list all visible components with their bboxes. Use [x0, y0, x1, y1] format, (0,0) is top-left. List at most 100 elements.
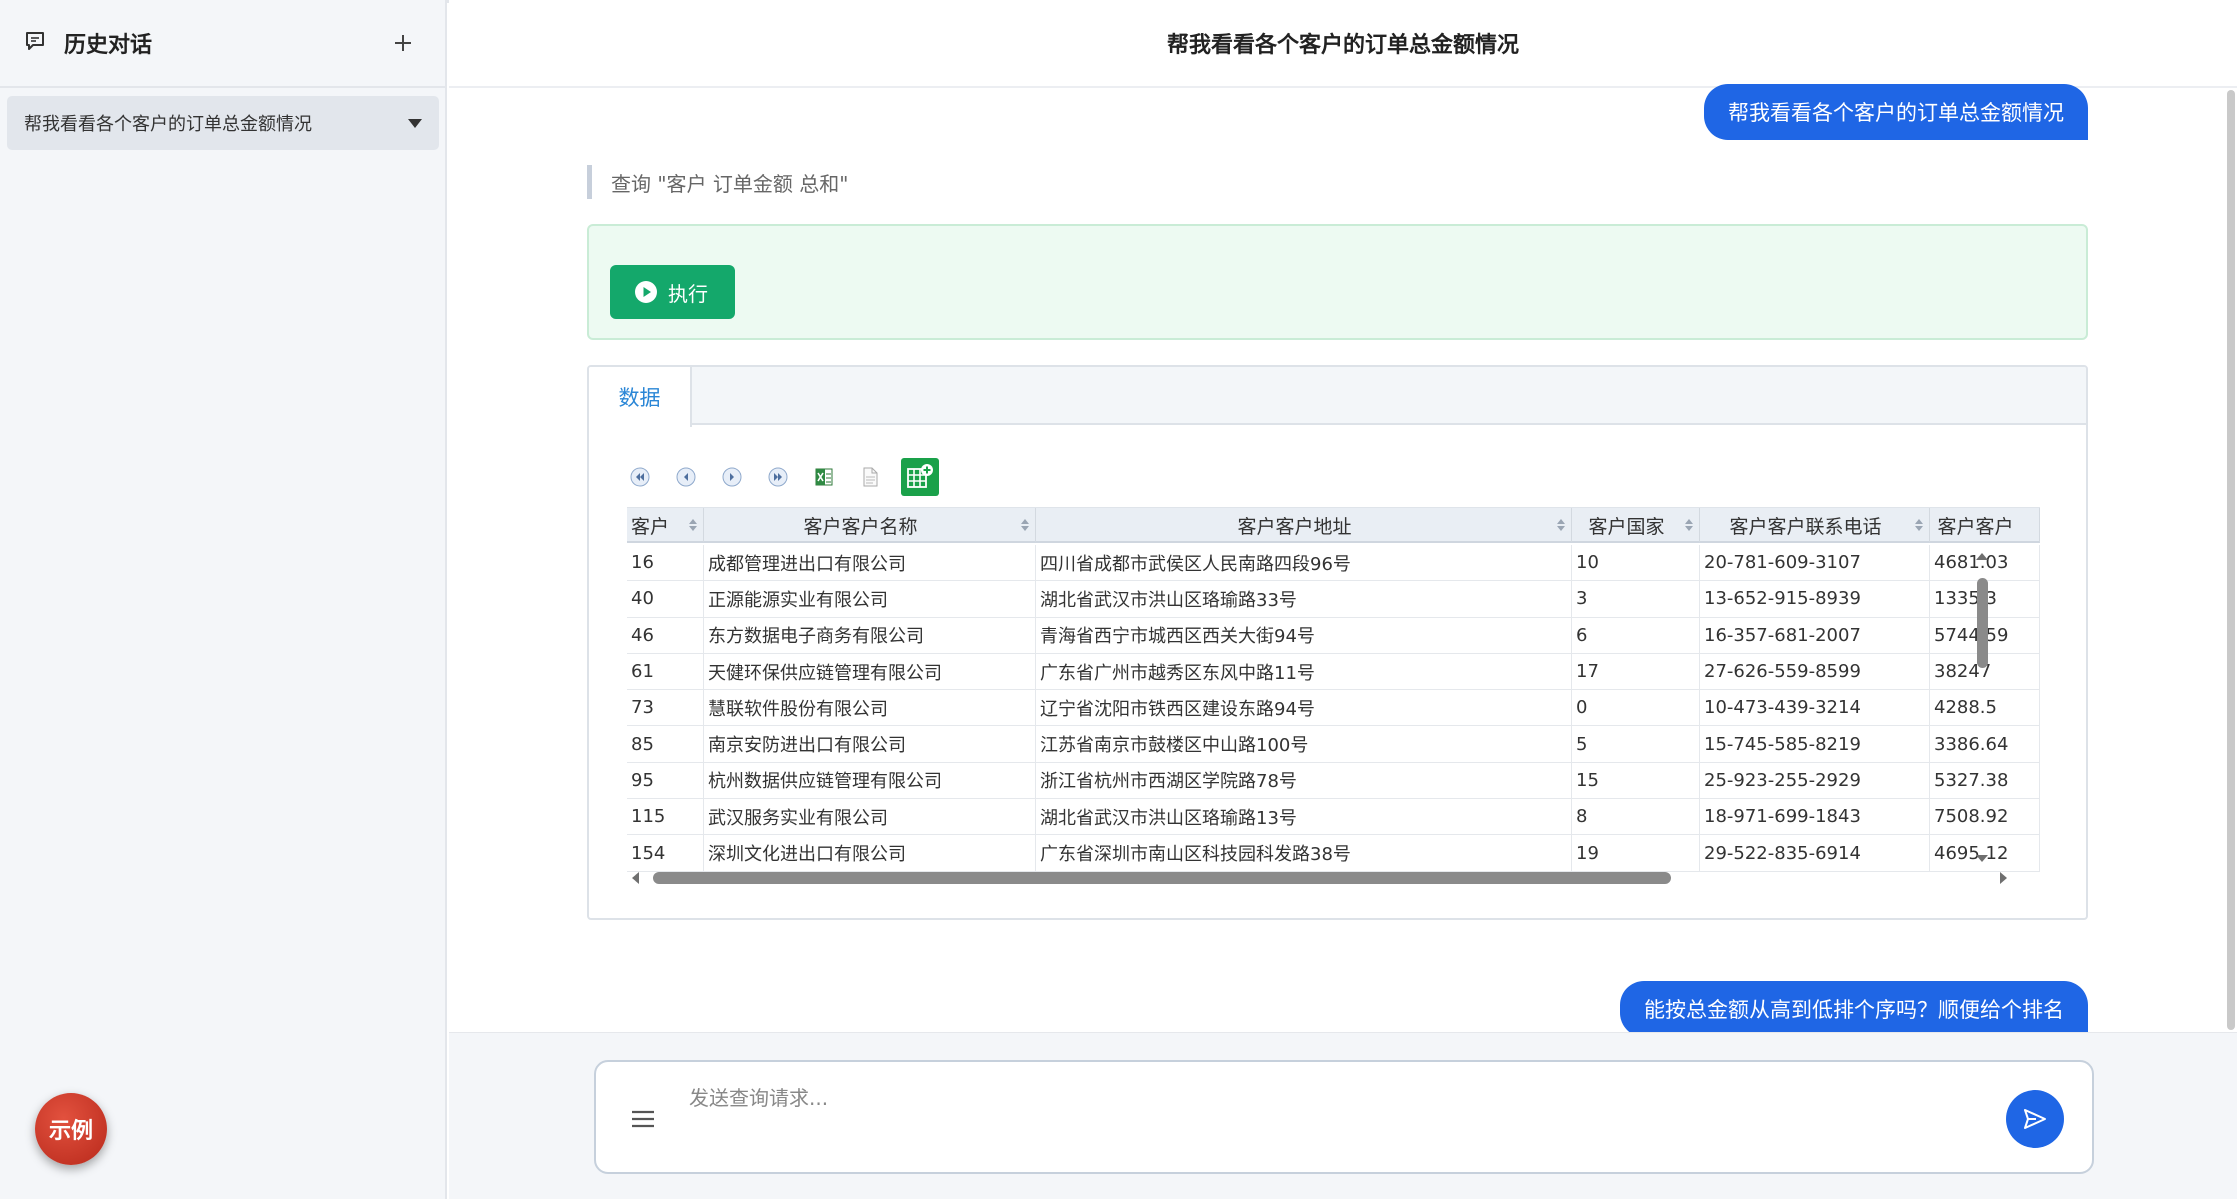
user-message: 能按总金额从高到低排个序吗？顺便给个排名 [1620, 981, 2088, 1037]
table-cell: 3 [1572, 581, 1700, 617]
data-panel: 数据 客户 客户客户名称 客户客户地址 客户国家 客户客户联系电话 客户客户 1… [587, 365, 2088, 920]
table-cell: 16 [627, 545, 704, 581]
table-cell: 武汉服务实业有限公司 [704, 799, 1036, 835]
table-cell: 17 [1572, 653, 1700, 690]
sort-icon[interactable] [1556, 517, 1566, 533]
table-row[interactable]: 16 成都管理进出口有限公司 四川省成都市武侯区人民南路四段96号 10 20-781-… [627, 545, 2040, 582]
tab-data[interactable]: 数据 [589, 367, 692, 427]
column-header[interactable]: 客户客户 [1930, 508, 2040, 542]
grid-vertical-scroll-thumb[interactable] [1977, 578, 1988, 668]
play-circle-icon [634, 280, 658, 304]
table-cell: 18-971-699-1843 [1700, 799, 1930, 835]
table-cell: 湖北省武汉市洪山区珞瑜路33号 [1036, 581, 1572, 617]
examples-button[interactable]: 示例 [35, 1093, 107, 1165]
table-cell: 湖北省武汉市洪山区珞瑜路13号 [1036, 799, 1572, 835]
table-row[interactable]: 61 天健环保供应链管理有限公司 广东省广州市越秀区东风中路11号 17 27-626-… [627, 653, 2040, 691]
add-table-icon[interactable] [901, 458, 939, 496]
table-cell: 5 [1572, 726, 1700, 762]
sort-icon[interactable] [1020, 517, 1030, 533]
table-row[interactable]: 73 慧联软件股份有限公司 辽宁省沈阳市铁西区建设东路94号 0 10-473-439-… [627, 690, 2040, 727]
table-cell: 天健环保供应链管理有限公司 [704, 653, 1036, 690]
grid-vertical-scrollbar[interactable] [1972, 550, 1992, 865]
table-row[interactable]: 46 东方数据电子商务有限公司 青海省西宁市城西区西关大街94号 6 16-357-68… [627, 617, 2040, 654]
column-header[interactable]: 客户国家 [1572, 508, 1700, 542]
grid-toolbar [625, 457, 955, 497]
table-cell: 19 [1572, 835, 1700, 871]
tab-bar: 数据 [589, 367, 2086, 427]
table-cell: 慧联软件股份有限公司 [704, 690, 1036, 726]
table-cell: 江苏省南京市鼓楼区中山路100号 [1036, 726, 1572, 762]
sidebar-title: 历史对话 [64, 33, 153, 58]
excel-export-icon[interactable] [809, 462, 839, 492]
grid-horizontal-scrollbar[interactable] [627, 867, 2012, 889]
main-area: 帮我看看各个客户的订单总金额情况 帮我看看各个客户的订单总金额情况 查询 "客户… [449, 0, 2237, 1199]
table-cell: 10 [1572, 545, 1700, 581]
table-cell: 73 [627, 690, 704, 726]
table-cell: 10-473-439-3214 [1700, 690, 1930, 726]
table-cell: 青海省西宁市城西区西关大街94号 [1036, 617, 1572, 653]
column-header-label: 客户客户联系电话 [1729, 515, 1882, 538]
first-page-icon[interactable] [625, 462, 655, 492]
plus-icon [395, 35, 411, 51]
caret-down-icon[interactable] [408, 118, 422, 128]
table-cell: 6 [1572, 617, 1700, 653]
sidebar-header: 历史对话 [0, 0, 445, 88]
chat-scroll-thumb[interactable] [2227, 90, 2235, 1030]
menu-icon[interactable] [628, 1104, 658, 1134]
column-header[interactable]: 客户 [627, 508, 704, 542]
query-text: 查询 "客户 订单金额 总和" [587, 165, 848, 199]
new-chat-button[interactable] [385, 25, 421, 61]
table-cell: 四川省成都市武侯区人民南路四段96号 [1036, 545, 1572, 581]
table-cell: 27-626-559-8599 [1700, 653, 1930, 690]
table-cell: 杭州数据供应链管理有限公司 [704, 762, 1036, 799]
table-cell: 29-522-835-6914 [1700, 835, 1930, 871]
table-cell: 8 [1572, 799, 1700, 835]
execute-button-label: 执行 [668, 281, 708, 306]
composer [594, 1060, 2094, 1174]
data-grid: 客户 客户客户名称 客户客户地址 客户国家 客户客户联系电话 客户客户 16 成都管理进出口… [627, 507, 2054, 887]
table-cell: 成都管理进出口有限公司 [704, 545, 1036, 581]
prev-page-icon[interactable] [671, 462, 701, 492]
table-row[interactable]: 115 武汉服务实业有限公司 湖北省武汉市洪山区珞瑜路13号 8 18-971-699-… [627, 799, 2040, 836]
column-header[interactable]: 客户客户名称 [704, 508, 1036, 542]
grid-horizontal-scroll-thumb[interactable] [653, 872, 1671, 884]
main-header: 帮我看看各个客户的订单总金额情况 [449, 0, 2237, 88]
table-cell: 95 [627, 762, 704, 799]
sort-icon[interactable] [1914, 517, 1924, 533]
table-cell: 南京安防进出口有限公司 [704, 726, 1036, 762]
table-row[interactable]: 85 南京安防进出口有限公司 江苏省南京市鼓楼区中山路100号 5 15-745-585… [627, 726, 2040, 763]
table-cell: 15 [1572, 762, 1700, 799]
chat-bubble-icon [24, 30, 50, 56]
last-page-icon[interactable] [763, 462, 793, 492]
table-row[interactable]: 40 正源能源实业有限公司 湖北省武汉市洪山区珞瑜路33号 3 13-652-915-8… [627, 581, 2040, 618]
table-cell: 广东省广州市越秀区东风中路11号 [1036, 653, 1572, 690]
table-row[interactable]: 95 杭州数据供应链管理有限公司 浙江省杭州市西湖区学院路78号 15 25-923-2… [627, 762, 2040, 800]
document-icon[interactable] [855, 462, 885, 492]
table-cell: 深圳文化进出口有限公司 [704, 835, 1036, 871]
table-cell: 40 [627, 581, 704, 617]
table-cell: 46 [627, 617, 704, 653]
grid-header: 客户 客户客户名称 客户客户地址 客户国家 客户客户联系电话 客户客户 [627, 507, 2040, 543]
grid-body: 16 成都管理进出口有限公司 四川省成都市武侯区人民南路四段96号 10 20-781-… [627, 545, 2040, 872]
execute-button[interactable]: 执行 [610, 265, 735, 319]
user-message: 帮我看看各个客户的订单总金额情况 [1704, 84, 2088, 140]
history-item-label: 帮我看看各个客户的订单总金额情况 [24, 114, 312, 135]
table-cell: 85 [627, 726, 704, 762]
next-page-icon[interactable] [717, 462, 747, 492]
sort-icon[interactable] [1684, 517, 1694, 533]
history-item[interactable]: 帮我看看各个客户的订单总金额情况 [7, 96, 439, 150]
chat-scrollbar[interactable] [2225, 88, 2237, 1032]
send-icon [2024, 1109, 2046, 1129]
table-cell: 115 [627, 799, 704, 835]
table-cell: 61 [627, 653, 704, 690]
column-header[interactable]: 客户客户联系电话 [1700, 508, 1930, 542]
table-cell: 辽宁省沈阳市铁西区建设东路94号 [1036, 690, 1572, 726]
sort-icon[interactable] [688, 517, 698, 533]
table-cell: 20-781-609-3107 [1700, 545, 1930, 581]
query-input[interactable] [689, 1082, 1979, 1152]
table-cell: 正源能源实业有限公司 [704, 581, 1036, 617]
column-header[interactable]: 客户客户地址 [1036, 508, 1572, 542]
page-title: 帮我看看各个客户的订单总金额情况 [1166, 33, 1519, 58]
send-button[interactable] [2006, 1090, 2064, 1148]
table-cell: 16-357-681-2007 [1700, 617, 1930, 653]
